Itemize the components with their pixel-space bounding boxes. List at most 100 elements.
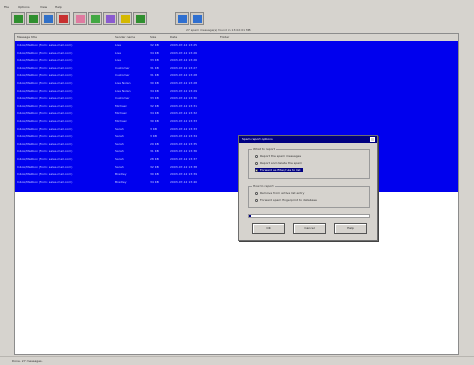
delete-button[interactable] — [56, 12, 70, 25]
cancel-button[interactable]: Cancel — [293, 223, 326, 234]
menu-file[interactable]: File — [4, 5, 9, 9]
cell-date: 2003-07-12 13:28 — [170, 73, 198, 78]
cell-size: 3 KB — [150, 134, 157, 139]
play-icon — [28, 14, 38, 23]
cell-date: 2003-07-12 13:39 — [170, 172, 198, 177]
help-button[interactable]: Help — [334, 223, 367, 234]
table-row[interactable]: Inbox/Mailbox (from: sales.mail.com) Mich… — [15, 118, 458, 124]
cell-sender: Sarah — [115, 149, 124, 154]
cell-size: 34 KB — [150, 179, 159, 184]
cell-sender: Customer — [115, 73, 130, 78]
option-report-delete[interactable]: Report and delete the spam — [255, 161, 302, 165]
cell-title: Inbox/Mailbox (from: sales.mail.com) — [17, 164, 73, 169]
scan-icon — [13, 14, 23, 23]
cell-size: 28 KB — [150, 157, 159, 161]
table-row[interactable]: Inbox/Mailbox (from: sales.mail.com) Lisa… — [15, 57, 458, 63]
table-row[interactable]: Inbox/Mailbox (from: sales.mail.com) Sara… — [15, 126, 458, 132]
cell-date: 2003-07-12 13:37 — [170, 157, 198, 161]
option-forward-fingerprint[interactable]: Forward spam fingerprint to database — [255, 198, 317, 202]
dialog-title-bar: Spam report options — [239, 136, 377, 143]
cell-date: 2003-07-12 13:25 — [170, 43, 198, 47]
cell-title: Inbox/Mailbox (from: sales.mail.com) — [17, 119, 73, 123]
option-label: Report and delete the spam — [260, 161, 303, 165]
option-remove-entry[interactable]: Remove from active list entry — [255, 191, 304, 195]
radio-icon — [255, 198, 258, 202]
cell-size: 33 KB — [150, 96, 159, 101]
cell-sender: Sarah — [115, 141, 124, 146]
ok-button[interactable]: OK — [252, 223, 285, 234]
play-button[interactable] — [26, 12, 40, 25]
cell-sender: Lisa Nolan — [115, 81, 131, 85]
table-row[interactable]: Inbox/Mailbox (from: sales.mail.com) Cust… — [15, 95, 458, 101]
cell-size: 31 KB — [150, 149, 159, 154]
table-row[interactable]: Inbox/Mailbox (from: sales.mail.com) Cust… — [15, 72, 458, 78]
column-header-folder[interactable]: Folder — [220, 35, 229, 39]
table-row[interactable]: Inbox/Mailbox (from: sales.mail.com) Brad… — [15, 179, 458, 185]
column-header-sender[interactable]: Sender name — [115, 35, 135, 39]
menu-bar: File Options View Help — [0, 5, 474, 11]
info-icon — [192, 14, 202, 23]
cell-sender: Customer — [115, 96, 130, 101]
settings-icon — [120, 14, 130, 23]
cell-title: Inbox/Mailbox (from: sales.mail.com) — [17, 126, 73, 131]
cell-size: 32 KB — [150, 164, 159, 169]
filter-button[interactable] — [175, 12, 189, 25]
table-row[interactable]: Inbox/Mailbox (from: sales.mail.com) Sara… — [15, 156, 458, 162]
cell-title: Inbox/Mailbox (from: sales.mail.com) — [17, 73, 73, 78]
table-row[interactable]: Inbox/Mailbox (from: sales.mail.com) Mich… — [15, 103, 458, 109]
table-row[interactable]: Inbox/Mailbox (from: sales.mail.com) Lisa… — [15, 80, 458, 86]
cell-size: 32 KB — [150, 103, 159, 108]
cell-size: 31 KB — [150, 73, 159, 78]
cell-sender: Michael — [115, 111, 127, 116]
menu-options[interactable]: Options — [18, 5, 30, 9]
option-forward-filter[interactable]: Forward as filter/rule to list — [255, 168, 303, 172]
column-header-date[interactable]: Date — [170, 35, 177, 39]
cell-size: 34 KB — [150, 111, 159, 116]
cell-title: Inbox/Mailbox (from: sales.mail.com) — [17, 172, 73, 177]
cell-sender: Lisa Nolan — [115, 88, 131, 93]
cell-size: 31 KB — [150, 65, 159, 70]
radio-icon — [255, 161, 258, 165]
table-row[interactable]: Inbox/Mailbox (from: sales.mail.com) Cust… — [15, 65, 458, 71]
table-row[interactable]: Inbox/Mailbox (from: sales.mail.com) Sara… — [15, 164, 458, 170]
info-button[interactable] — [190, 12, 204, 25]
scan-button[interactable] — [11, 12, 25, 25]
table-row[interactable]: Inbox/Mailbox (from: sales.mail.com) Lisa… — [15, 42, 458, 48]
table-row[interactable]: Inbox/Mailbox (from: sales.mail.com) Brad… — [15, 171, 458, 177]
cell-title: Inbox/Mailbox (from: sales.mail.com) — [17, 141, 73, 146]
menu-view[interactable]: View — [40, 5, 47, 9]
folder-button[interactable] — [41, 12, 55, 25]
cell-title: Inbox/Mailbox (from: sales.mail.com) — [17, 58, 73, 63]
group-label: How to report — [252, 184, 275, 188]
cell-title: Inbox/Mailbox (from: sales.mail.com) — [17, 50, 73, 55]
settings-button[interactable] — [118, 12, 132, 25]
table-row[interactable]: Inbox/Mailbox (from: sales.mail.com) Lisa… — [15, 88, 458, 94]
how-to-report-group: How to report Remove from active list en… — [248, 184, 370, 208]
close-icon[interactable] — [370, 137, 375, 142]
dialog-title: Spam report options — [242, 137, 273, 141]
message-list[interactable]: Message title Sender name Size Date Fold… — [14, 33, 459, 355]
option-label: Report the spam messages — [260, 154, 302, 158]
cell-sender: Michael — [115, 119, 127, 123]
column-header-title[interactable]: Message title — [17, 35, 37, 39]
table-row[interactable]: Inbox/Mailbox (from: sales.mail.com) Mich… — [15, 110, 458, 116]
help-button[interactable] — [133, 12, 147, 25]
table-row[interactable]: Inbox/Mailbox (from: sales.mail.com) Lisa… — [15, 50, 458, 56]
option-report-spam[interactable]: Report the spam messages — [255, 154, 301, 158]
table-row[interactable]: Inbox/Mailbox (from: sales.mail.com) Sara… — [15, 148, 458, 154]
menu-help[interactable]: Help — [55, 5, 62, 9]
progress-bar — [248, 214, 370, 218]
cell-date: 2003-07-12 13:28 — [170, 81, 198, 85]
column-header: Message title Sender name Size Date Fold… — [15, 34, 458, 41]
spam-report-dialog: Spam report options What to report Repor… — [238, 135, 378, 241]
report-button[interactable] — [73, 12, 87, 25]
table-row[interactable]: Inbox/Mailbox (from: sales.mail.com) Sara… — [15, 141, 458, 147]
print-button[interactable] — [103, 12, 117, 25]
radio-icon — [255, 168, 258, 172]
cell-size: 34 KB — [150, 50, 159, 55]
table-row[interactable]: Inbox/Mailbox (from: sales.mail.com) Sara… — [15, 133, 458, 139]
cell-size: 30 KB — [150, 81, 159, 85]
export-button[interactable] — [88, 12, 102, 25]
cell-size: 30 KB — [150, 172, 159, 177]
column-header-size[interactable]: Size — [150, 35, 156, 39]
